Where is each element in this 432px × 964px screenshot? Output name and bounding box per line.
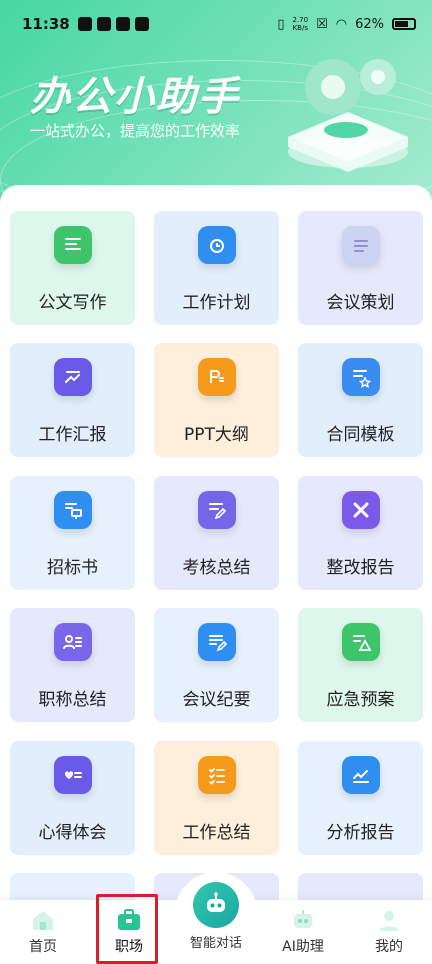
highlight-box (96, 894, 158, 964)
tab-label: AI助理 (282, 939, 324, 955)
tool-label: 工作汇报 (38, 425, 107, 445)
tab-label: 首页 (29, 939, 57, 955)
tool-label: 考核总结 (182, 558, 251, 578)
tool-label: 应急预案 (326, 690, 395, 710)
page-title: 办公小助手 (30, 74, 240, 120)
tool-card-emergency-plan[interactable]: 应急预案 (298, 608, 423, 722)
tools-icon (341, 491, 380, 529)
tool-label: 分析报告 (326, 823, 395, 843)
status-bar: 11:38 ▯ 2.70 KB/s ☒ ◠ 62% (0, 0, 432, 48)
document-list-icon (53, 226, 92, 264)
robot-icon (290, 908, 316, 932)
id-card-icon (53, 623, 92, 661)
tool-card-assessment-summary[interactable]: 考核总结 (154, 476, 279, 590)
bid-doc-icon (53, 491, 92, 529)
tool-card-analysis-report[interactable]: 分析报告 (298, 741, 423, 855)
tool-label: 会议策划 (326, 293, 395, 313)
tool-card-work-report[interactable]: 工作汇报 (10, 343, 135, 457)
contract-star-icon (341, 358, 380, 396)
tool-label: PPT大纲 (184, 425, 249, 445)
tab-mine[interactable]: 我的 (346, 900, 432, 964)
trend-report-icon (53, 358, 92, 396)
checklist-icon (197, 756, 236, 794)
app-icon (96, 17, 111, 31)
tool-card-reflections[interactable]: 心得体会 (10, 741, 135, 855)
home-icon (30, 908, 56, 932)
tab-home[interactable]: 首页 (0, 900, 86, 964)
tab-label: 智能对话 (189, 936, 242, 951)
speed-unit: KB/s (292, 24, 308, 32)
tool-card-work-summary[interactable]: 工作总结 (154, 741, 279, 855)
tool-label: 合同模板 (326, 425, 395, 445)
tool-card-contract-template[interactable]: 合同模板 (298, 343, 423, 457)
network-speed: 2.70 KB/s (293, 16, 309, 32)
tool-card-ppt-outline[interactable]: PPT大纲 (154, 343, 279, 457)
meeting-doc-icon (341, 226, 380, 264)
vibrate-icon: ▯ (277, 16, 285, 32)
tool-label: 公文写作 (38, 293, 107, 313)
sim-icon: ☒ (316, 16, 328, 32)
tab-label: 我的 (375, 939, 403, 955)
tool-label: 会议纪要 (182, 690, 251, 710)
tool-card-bid-document[interactable]: 招标书 (10, 476, 135, 590)
warning-doc-icon (341, 623, 380, 661)
minutes-pen-icon (197, 623, 236, 661)
status-right: ▯ 2.70 KB/s ☒ ◠ 62% (277, 16, 416, 32)
battery-icon (392, 18, 416, 30)
tool-card-work-plan[interactable]: 工作计划 (154, 211, 279, 325)
tool-label: 整改报告 (326, 558, 395, 578)
ppt-icon (197, 358, 236, 396)
tool-card-rectification-report[interactable]: 整改报告 (298, 476, 423, 590)
status-time: 11:38 (22, 15, 70, 33)
app-icon (134, 17, 149, 31)
wifi-icon: ◠ (335, 16, 348, 32)
chart-line-icon (341, 756, 380, 794)
tab-ai-assistant[interactable]: AI助理 (260, 900, 346, 964)
page-subtitle: 一站式办公，提高您的工作效率 (30, 122, 241, 140)
notification-icons (77, 17, 149, 31)
gear-illustration-icon (288, 59, 408, 172)
battery-percent: 62% (355, 16, 384, 32)
user-icon (376, 908, 402, 932)
edit-doc-icon (197, 491, 236, 529)
heart-note-icon (53, 756, 92, 794)
tool-card-title-summary[interactable]: 职称总结 (10, 608, 135, 722)
tool-card-official-writing[interactable]: 公文写作 (10, 211, 135, 325)
speed-value: 2.70 (292, 16, 309, 24)
clock-bookmark-icon (197, 226, 236, 264)
tool-card-meeting-plan[interactable]: 会议策划 (298, 211, 423, 325)
tool-label: 招标书 (47, 558, 98, 578)
tool-label: 工作计划 (182, 293, 251, 313)
weibo-icon (115, 17, 130, 31)
tab-smart-chat[interactable]: 智能对话 (175, 872, 257, 954)
tool-label: 工作总结 (182, 823, 251, 843)
tool-card-meeting-minutes[interactable]: 会议纪要 (154, 608, 279, 722)
robot-icon (193, 882, 239, 928)
tiktok-icon (77, 17, 92, 31)
tool-label: 心得体会 (38, 823, 107, 843)
tool-label: 职称总结 (38, 690, 107, 710)
